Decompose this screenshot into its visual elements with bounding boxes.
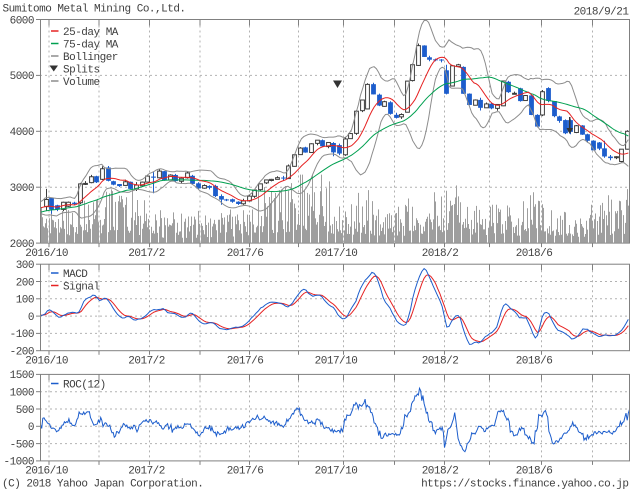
svg-text:75-day MA: 75-day MA	[63, 40, 119, 52]
svg-text:2017/2: 2017/2	[128, 248, 165, 260]
svg-text:2017/10: 2017/10	[315, 466, 358, 478]
svg-text:2018/6: 2018/6	[516, 248, 553, 260]
svg-text:500: 500	[16, 405, 34, 417]
svg-text:2017/2: 2017/2	[128, 466, 165, 478]
svg-text:2017/6: 2017/6	[227, 466, 264, 478]
svg-text:Bollinger: Bollinger	[63, 52, 118, 64]
svg-text:6000: 6000	[10, 15, 34, 27]
svg-text:100: 100	[16, 295, 34, 307]
svg-text:2018/2: 2018/2	[422, 466, 459, 478]
svg-text:https://stocks.finance.yahoo.c: https://stocks.finance.yahoo.co.jp	[421, 478, 628, 490]
svg-text:25-day MA: 25-day MA	[63, 27, 119, 39]
svg-text:2018/6: 2018/6	[516, 466, 553, 478]
svg-text:0: 0	[28, 312, 34, 324]
svg-text:MACD: MACD	[63, 269, 88, 281]
svg-text:2017/10: 2017/10	[315, 355, 358, 367]
svg-text:2016/10: 2016/10	[25, 248, 68, 260]
svg-text:(C) 2018 Yahoo Japan Corporati: (C) 2018 Yahoo Japan Corporation.	[2, 478, 203, 490]
svg-text:-100: -100	[10, 329, 34, 341]
svg-text:-500: -500	[10, 439, 34, 451]
svg-text:300: 300	[16, 260, 34, 272]
svg-text:2016/10: 2016/10	[25, 355, 68, 367]
svg-text:200: 200	[16, 277, 34, 289]
svg-text:2018/2: 2018/2	[422, 248, 459, 260]
svg-text:1500: 1500	[10, 370, 34, 382]
svg-text:ROC(12): ROC(12)	[63, 380, 106, 392]
svg-text:4000: 4000	[10, 127, 34, 139]
svg-text:Splits: Splits	[63, 65, 100, 77]
svg-text:2017/2: 2017/2	[128, 355, 165, 367]
svg-text:2016/10: 2016/10	[25, 466, 68, 478]
svg-text:5000: 5000	[10, 71, 34, 83]
svg-text:3000: 3000	[10, 183, 34, 195]
svg-text:2017/6: 2017/6	[227, 248, 264, 260]
svg-text:Volume: Volume	[63, 77, 100, 89]
svg-text:2018/6: 2018/6	[516, 355, 553, 367]
svg-text:2017/10: 2017/10	[315, 248, 358, 260]
svg-text:Sumitomo Metal Mining Co.,Ltd.: Sumitomo Metal Mining Co.,Ltd.	[3, 3, 186, 15]
svg-text:1000: 1000	[10, 388, 34, 400]
svg-text:0: 0	[28, 422, 34, 434]
svg-text:2018/9/21: 2018/9/21	[574, 7, 630, 19]
svg-text:Signal: Signal	[63, 282, 100, 294]
svg-text:2017/6: 2017/6	[227, 355, 264, 367]
svg-text:2018/2: 2018/2	[422, 355, 459, 367]
